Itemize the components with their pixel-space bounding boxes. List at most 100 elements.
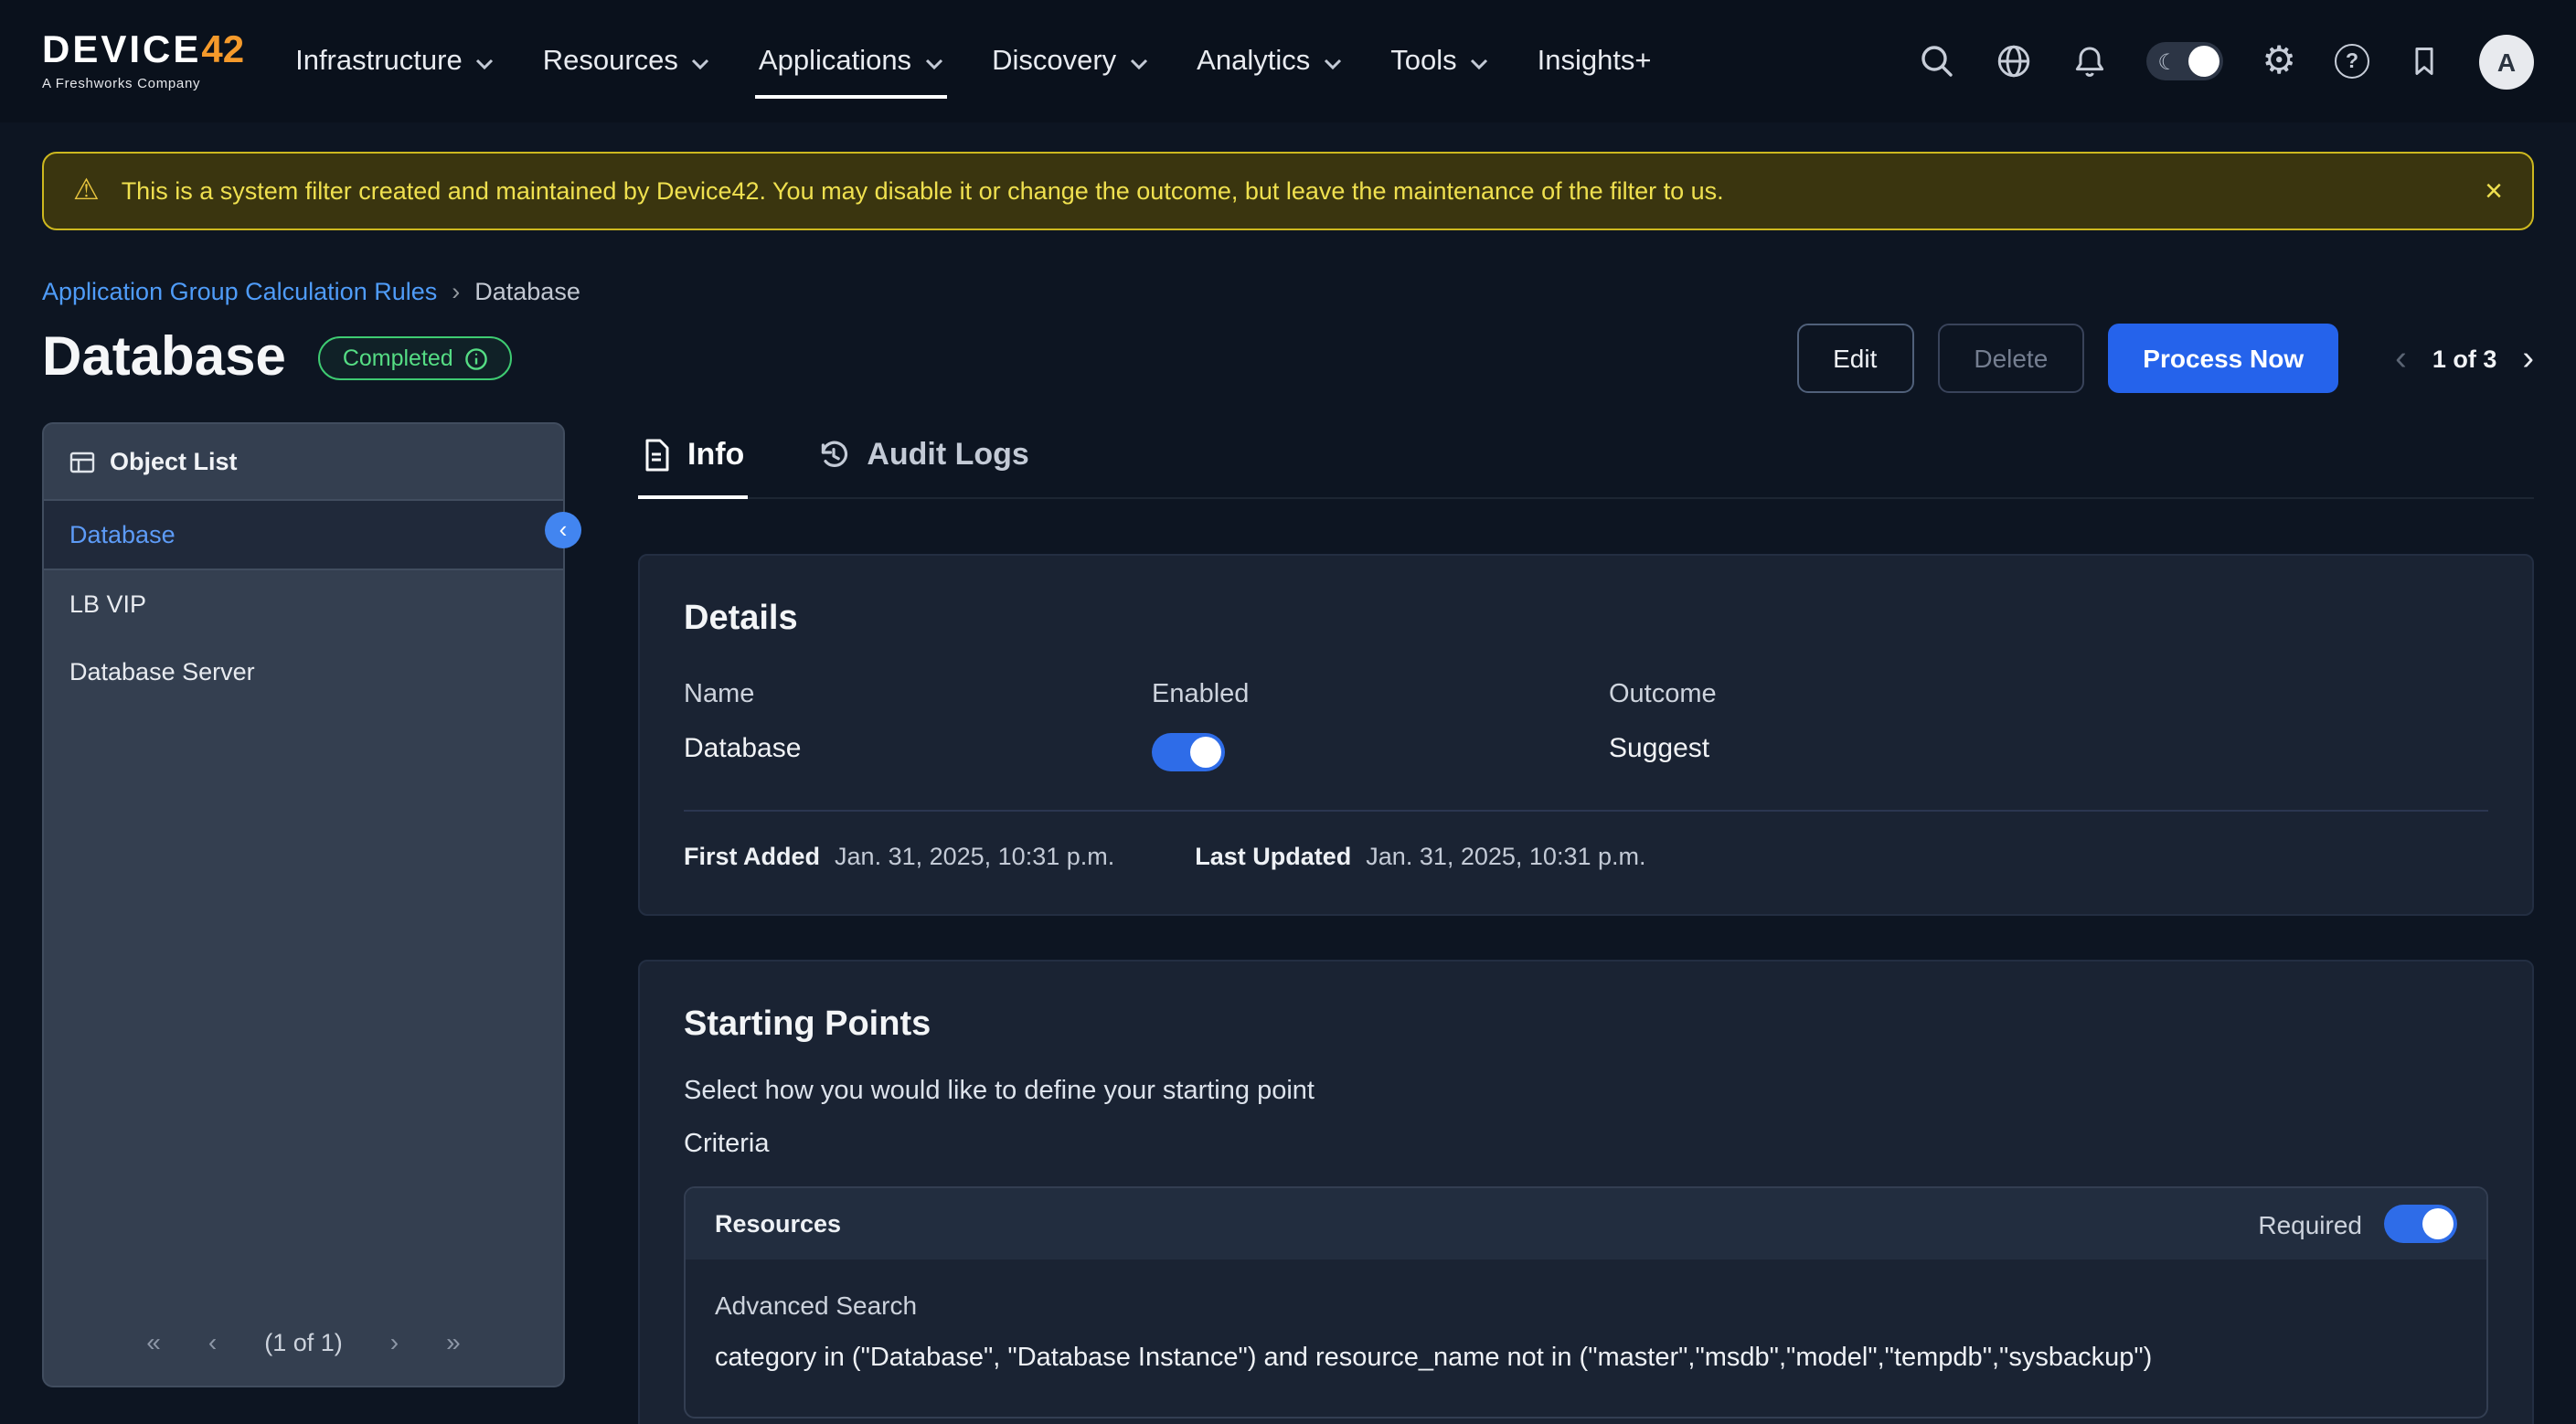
nav-item-tools[interactable]: Tools [1390,0,1487,122]
meta-label: First Added [684,843,820,870]
nav-item-infrastructure[interactable]: Infrastructure [295,0,494,122]
brand-accent-text: 42 [201,32,244,70]
main-panel: Info Audit Logs Details Name Database En… [638,422,2534,1424]
nav-item-label: Applications [759,45,911,78]
starting-points-title: Starting Points [684,1005,2488,1046]
page-actions: Edit Delete Process Now ‹ 1 of 3 › [1796,324,2534,393]
nav-item-label: Insights+ [1538,45,1652,78]
search-icon[interactable] [1918,42,1956,80]
nav-item-label: Tools [1390,45,1456,78]
sidebar-collapse-button[interactable]: ‹ [545,512,581,548]
record-pager: ‹ 1 of 3 › [2395,341,2534,376]
close-icon[interactable]: × [2485,175,2503,207]
advanced-search-label: Advanced Search [715,1291,2457,1320]
required-toggle[interactable] [2384,1205,2457,1243]
info-icon[interactable] [464,346,488,370]
field-name: Name Database [684,680,1152,771]
user-avatar[interactable]: A [2479,34,2534,89]
first-added: First Added Jan. 31, 2025, 10:31 p.m. [684,843,1114,870]
details-fields: Name Database Enabled Outcome Suggest [684,680,2488,771]
breadcrumb-separator: › [452,278,460,305]
criteria-label: Criteria [684,1130,2488,1159]
advanced-search-query: category in ("Database", "Database Insta… [715,1344,2457,1373]
object-list-panel: Object List Database LB VIP Database Ser… [42,422,565,1387]
history-icon [817,439,850,472]
gear-icon[interactable]: ⚙ [2262,42,2296,80]
process-now-button[interactable]: Process Now [2108,324,2338,393]
dark-mode-toggle[interactable]: ☾ [2146,42,2223,80]
nav-item-discovery[interactable]: Discovery [992,0,1147,122]
nav-item-label: Resources [543,45,678,78]
meta-value: Jan. 31, 2025, 10:31 p.m. [1366,843,1645,870]
status-badge-label: Completed [343,345,453,371]
last-page-icon[interactable]: » [446,1327,461,1356]
sidebar-item-database-server[interactable]: Database Server [44,638,563,706]
nav-item-insights-plus[interactable]: Insights+ [1538,0,1652,122]
resources-panel: Resources Required Advanced Search categ… [684,1186,2488,1419]
nav-item-resources[interactable]: Resources [543,0,709,122]
breadcrumb: Application Group Calculation Rules › Da… [42,278,2534,305]
enabled-toggle[interactable] [1152,733,1225,771]
delete-button[interactable]: Delete [1937,324,2084,393]
field-enabled: Enabled [1152,680,1609,771]
first-page-icon[interactable]: « [146,1327,161,1356]
pager-next-icon[interactable]: › [2522,341,2534,376]
nav-item-label: Discovery [992,45,1116,78]
chevron-down-icon [475,58,494,69]
chevron-down-icon [1470,58,1488,69]
starting-points-description: Select how you would like to define your… [684,1077,2488,1106]
starting-points-card: Starting Points Select how you would lik… [638,960,2534,1424]
brand-text: DEVICE [42,32,201,70]
chevron-down-icon [1129,58,1147,69]
tab-audit-logs[interactable]: Audit Logs [814,422,1033,497]
nav-item-analytics[interactable]: Analytics [1197,0,1341,122]
page-title: Database [42,324,286,393]
sidebar-item-lb-vip[interactable]: LB VIP [44,570,563,638]
main-nav: Infrastructure Resources Applications Di… [295,0,1651,122]
device42-app: DEVICE 42 A Freshworks Company Infrastru… [0,0,2576,1424]
breadcrumb-link[interactable]: Application Group Calculation Rules [42,278,437,305]
next-page-icon[interactable]: › [390,1327,399,1356]
globe-icon[interactable] [1995,42,2033,80]
bookmark-icon[interactable] [2408,44,2441,79]
top-navbar: DEVICE 42 A Freshworks Company Infrastru… [0,0,2576,122]
list-icon [69,449,95,474]
tab-label: Audit Logs [867,437,1029,473]
navbar-actions: ☾ ⚙ ? A [1918,34,2534,89]
brand-tagline: A Freshworks Company [42,78,244,91]
sidebar-item-database[interactable]: Database [44,501,563,570]
edit-button[interactable]: Edit [1796,324,1913,393]
resources-body: Advanced Search category in ("Database",… [686,1259,2486,1417]
bell-icon[interactable] [2071,43,2108,80]
status-badge: Completed [319,336,512,380]
pager-prev-icon[interactable]: ‹ [2395,341,2407,376]
last-updated: Last Updated Jan. 31, 2025, 10:31 p.m. [1195,843,1645,870]
toggle-knob [2188,46,2219,77]
avatar-letter: A [2497,47,2516,76]
resources-header: Resources Required [686,1188,2486,1259]
object-list-title: Object List [110,448,238,475]
nav-item-applications[interactable]: Applications [759,0,942,122]
divider [684,810,2488,812]
field-label: Outcome [1609,680,2488,709]
tab-bar: Info Audit Logs [638,422,2534,499]
breadcrumb-current: Database [474,278,580,305]
warning-icon: ⚠ [73,176,100,206]
object-list-header: Object List [44,424,563,501]
nav-item-label: Infrastructure [295,45,463,78]
device42-logo[interactable]: DEVICE 42 A Freshworks Company [42,32,244,91]
tab-info[interactable]: Info [638,422,748,497]
resources-title: Resources [715,1210,841,1238]
tab-label: Info [687,437,744,473]
resources-header-actions: Required [2258,1205,2457,1243]
content-area: Object List Database LB VIP Database Ser… [42,422,2534,1424]
banner-message: This is a system filter created and main… [122,177,1724,205]
sidebar-spacer [44,706,563,1303]
page-header: Database Completed Edit Delete Process N… [42,324,2534,393]
details-title: Details [684,600,2488,640]
sidebar-pagination: « ‹ (1 of 1) › » [44,1303,563,1386]
chevron-down-icon [691,58,709,69]
details-card: Details Name Database Enabled Outcome Su… [638,554,2534,916]
help-icon[interactable]: ? [2335,44,2369,79]
prev-page-icon[interactable]: ‹ [208,1327,217,1356]
